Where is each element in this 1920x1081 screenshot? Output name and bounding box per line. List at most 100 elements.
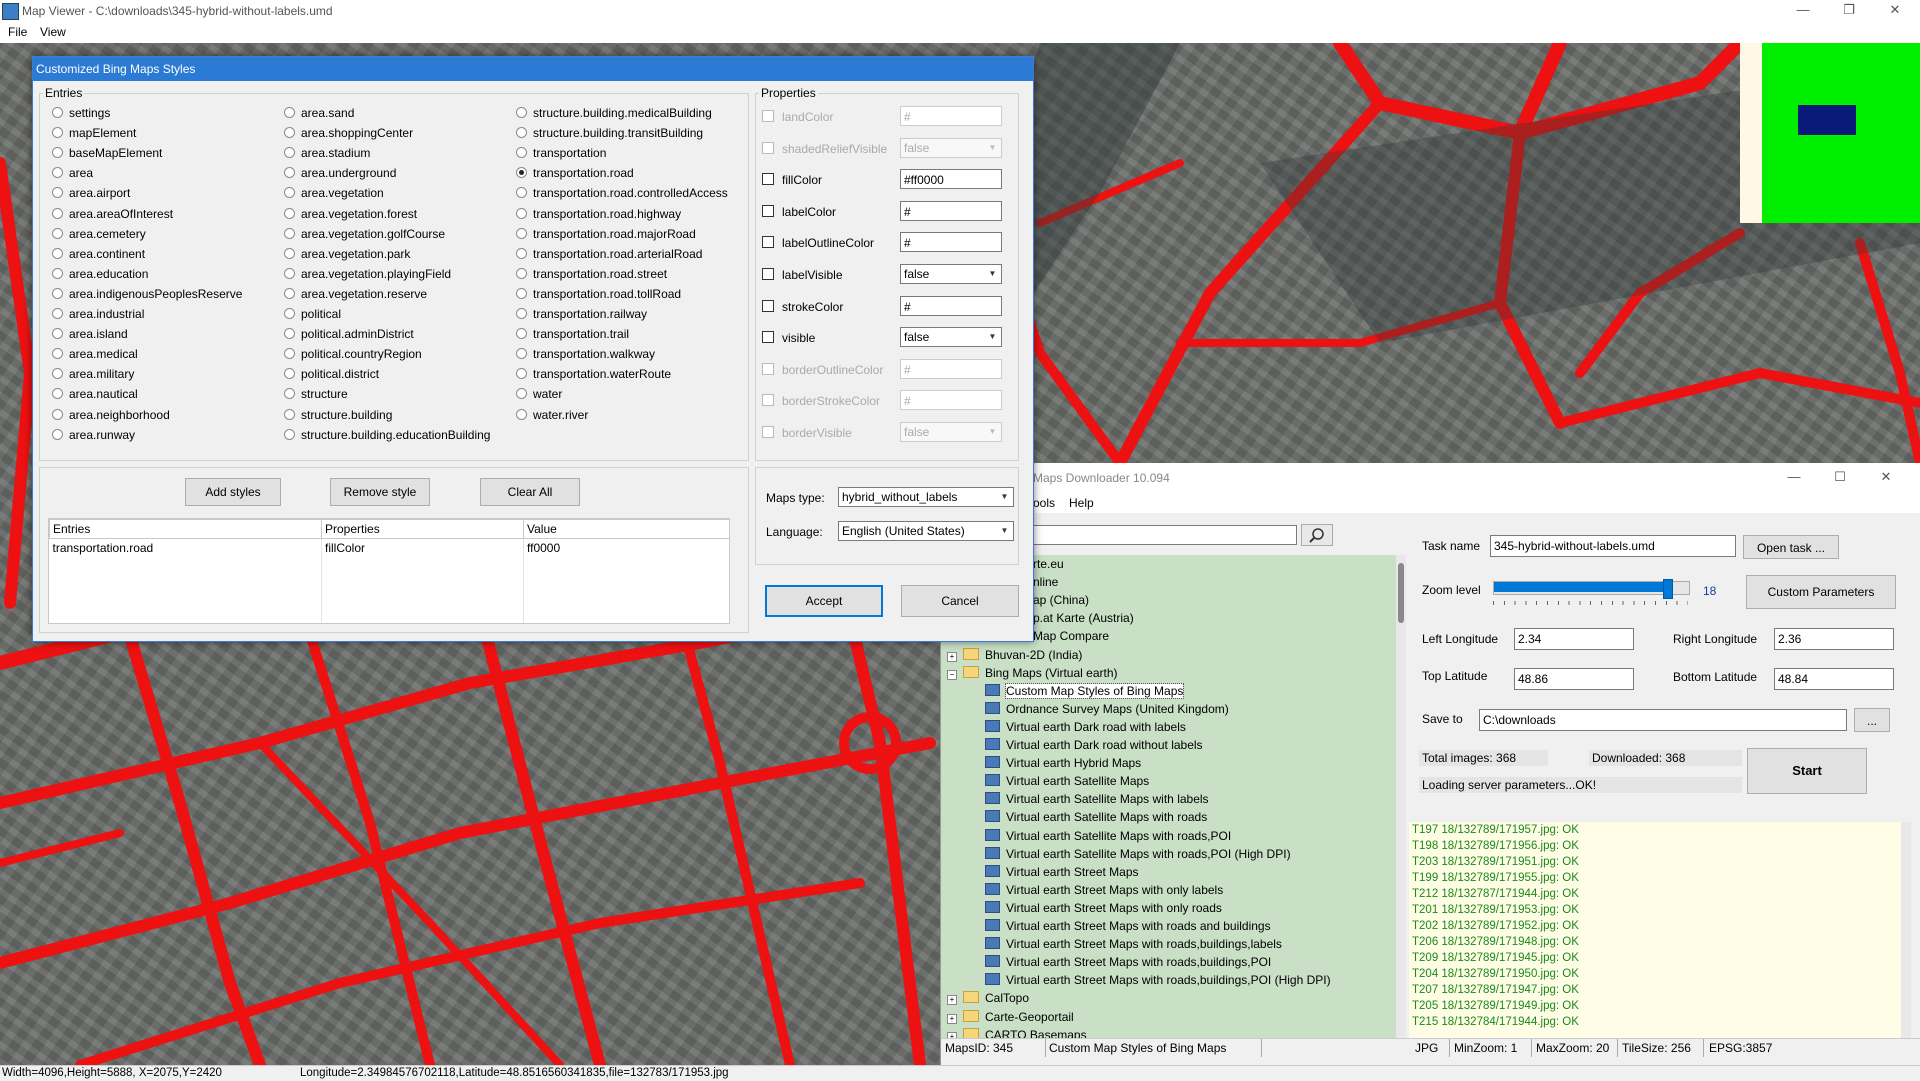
entry-radio[interactable]: area.vegetation.golfCourse: [284, 227, 445, 241]
tree-item[interactable]: Virtual earth Street Maps with only road…: [985, 900, 1222, 915]
collapse-icon[interactable]: −: [947, 669, 957, 680]
property-checkbox-visible[interactable]: visible: [762, 331, 815, 345]
entry-radio[interactable]: area.underground: [284, 166, 396, 180]
start-button[interactable]: Start: [1747, 748, 1867, 794]
entry-radio[interactable]: area.vegetation.forest: [284, 207, 417, 221]
entry-radio[interactable]: area.areaOfInterest: [52, 207, 173, 221]
entry-radio[interactable]: transportation.road.street: [516, 267, 667, 281]
property-checkbox-borderStrokeColor[interactable]: borderStrokeColor: [762, 394, 880, 408]
tree-item[interactable]: Virtual earth Street Maps with roads and…: [985, 919, 1271, 933]
tree-item[interactable]: rte.eu: [1033, 557, 1064, 571]
entry-radio[interactable]: political.district: [284, 367, 379, 381]
col-properties[interactable]: Properties: [321, 519, 524, 539]
tree-item[interactable]: Virtual earth Satellite Maps with roads,…: [985, 828, 1231, 843]
property-checkbox-borderVisible[interactable]: borderVisible: [762, 426, 852, 440]
menu-tools[interactable]: ools: [1033, 496, 1055, 510]
property-select-labelVisible[interactable]: false ▼: [900, 264, 1002, 284]
left-longitude-input[interactable]: 2.34: [1514, 628, 1634, 650]
entry-radio[interactable]: structure.building: [284, 408, 392, 422]
tree-item[interactable]: Virtual earth Dark road without labels: [985, 738, 1203, 752]
property-input-borderOutlineColor[interactable]: #: [900, 358, 1002, 379]
tree-item[interactable]: Virtual earth Street Maps: [985, 864, 1139, 879]
bottom-latitude-input[interactable]: 48.84: [1774, 668, 1894, 690]
property-checkbox-borderOutlineColor[interactable]: borderOutlineColor: [762, 362, 883, 377]
col-value[interactable]: Value: [523, 519, 729, 539]
browse-button[interactable]: ...: [1854, 708, 1890, 732]
property-checkbox-landColor[interactable]: landColor: [762, 110, 833, 124]
tree-folder[interactable]: + Bhuvan-2D (India): [947, 647, 1082, 662]
entry-radio[interactable]: mapElement: [52, 126, 136, 140]
entry-radio[interactable]: area.neighborhood: [52, 408, 170, 422]
add-styles-button[interactable]: Add styles: [185, 478, 281, 506]
property-input-borderStrokeColor[interactable]: #: [900, 390, 1002, 411]
styles-table-container[interactable]: Entries Properties Value transportation.…: [48, 518, 730, 624]
entry-radio[interactable]: settings: [52, 106, 110, 120]
entry-radio[interactable]: water.river: [516, 408, 588, 422]
cancel-button[interactable]: Cancel: [901, 585, 1019, 617]
entry-radio[interactable]: transportation.road: [516, 166, 634, 180]
save-to-input[interactable]: C:\downloads: [1479, 709, 1847, 731]
clear-all-button[interactable]: Clear All: [480, 478, 580, 506]
downloader-maximize-button[interactable]: ☐: [1817, 467, 1863, 489]
search-input[interactable]: [1033, 525, 1297, 545]
tree-item[interactable]: p.at Karte (Austria): [1033, 611, 1134, 625]
entry-radio[interactable]: area.vegetation.reserve: [284, 287, 427, 301]
tree-folder[interactable]: + Carte-Geoportail: [947, 1009, 1074, 1024]
minimap-viewport[interactable]: [1798, 105, 1856, 135]
tree-item[interactable]: Ordnance Survey Maps (United Kingdom): [985, 701, 1229, 716]
search-button[interactable]: [1301, 524, 1333, 546]
entry-radio[interactable]: baseMapElement: [52, 146, 162, 160]
tree-item[interactable]: Map Compare: [1033, 629, 1109, 643]
tree-item[interactable]: Virtual earth Hybrid Maps: [985, 756, 1141, 770]
entry-radio[interactable]: political.adminDistrict: [284, 327, 414, 341]
accept-button[interactable]: Accept: [765, 585, 883, 617]
entry-radio[interactable]: area.vegetation.park: [284, 247, 410, 261]
zoom-slider[interactable]: [1493, 579, 1693, 611]
property-checkbox-fillColor[interactable]: fillColor: [762, 173, 822, 187]
tree-item[interactable]: ap (China): [1033, 593, 1089, 607]
menu-file[interactable]: File: [8, 25, 27, 39]
property-input-labelColor[interactable]: #: [900, 200, 1002, 221]
task-name-input[interactable]: 345-hybrid-without-labels.umd: [1490, 535, 1736, 557]
tree-item[interactable]: Virtual earth Dark road with labels: [985, 719, 1186, 734]
menu-view[interactable]: View: [40, 25, 66, 39]
entry-radio[interactable]: area.runway: [52, 428, 135, 442]
property-input-fillColor[interactable]: #ff0000: [900, 169, 1002, 190]
maximize-button[interactable]: ❐: [1826, 0, 1872, 22]
entry-radio[interactable]: political: [284, 307, 341, 321]
downloader-minimize-button[interactable]: —: [1771, 467, 1817, 489]
entry-radio[interactable]: area.sand: [284, 106, 354, 120]
menu-help[interactable]: Help: [1069, 496, 1094, 510]
log-scrollbar[interactable]: [1901, 822, 1911, 1038]
entry-radio[interactable]: area.nautical: [52, 387, 138, 401]
entry-radio[interactable]: area.continent: [52, 247, 145, 261]
entry-radio[interactable]: structure: [284, 387, 348, 401]
property-input-strokeColor[interactable]: #: [900, 295, 1002, 316]
maps-type-select[interactable]: hybrid_without_labels ▼: [838, 487, 1014, 507]
tree-item[interactable]: Virtual earth Street Maps with roads,bui…: [985, 937, 1282, 951]
tree-item[interactable]: Virtual earth Satellite Maps with roads: [985, 810, 1207, 824]
tree-item[interactable]: Virtual earth Street Maps with roads,bui…: [985, 955, 1271, 969]
entry-radio[interactable]: water: [516, 387, 562, 401]
entry-radio[interactable]: area.shoppingCenter: [284, 126, 413, 140]
entry-radio[interactable]: transportation: [516, 146, 606, 160]
tree-folder[interactable]: − Bing Maps (Virtual earth): [947, 665, 1118, 680]
entry-radio[interactable]: transportation.road.tollRoad: [516, 287, 681, 301]
tree-scrollbar[interactable]: [1396, 555, 1406, 1038]
zoom-slider-thumb[interactable]: [1662, 579, 1673, 599]
entry-radio[interactable]: political.countryRegion: [284, 347, 422, 361]
custom-parameters-button[interactable]: Custom Parameters: [1746, 575, 1896, 609]
entry-radio[interactable]: structure.building.medicalBuilding: [516, 106, 712, 120]
entry-radio[interactable]: area.stadium: [284, 146, 370, 160]
property-input-landColor[interactable]: #: [900, 106, 1002, 126]
language-select[interactable]: English (United States) ▼: [838, 521, 1014, 541]
col-entries[interactable]: Entries: [49, 519, 322, 539]
tree-scrollbar-thumb[interactable]: [1398, 563, 1404, 623]
tree-item[interactable]: nline: [1033, 575, 1058, 589]
entry-radio[interactable]: area.vegetation.playingField: [284, 267, 451, 281]
close-button[interactable]: ✕: [1872, 0, 1918, 22]
entry-radio[interactable]: transportation.walkway: [516, 347, 655, 361]
minimap[interactable]: [1740, 43, 1920, 223]
tree-item[interactable]: Custom Map Styles of Bing Maps: [985, 682, 1185, 699]
entry-radio[interactable]: structure.building.educationBuilding: [284, 428, 490, 442]
